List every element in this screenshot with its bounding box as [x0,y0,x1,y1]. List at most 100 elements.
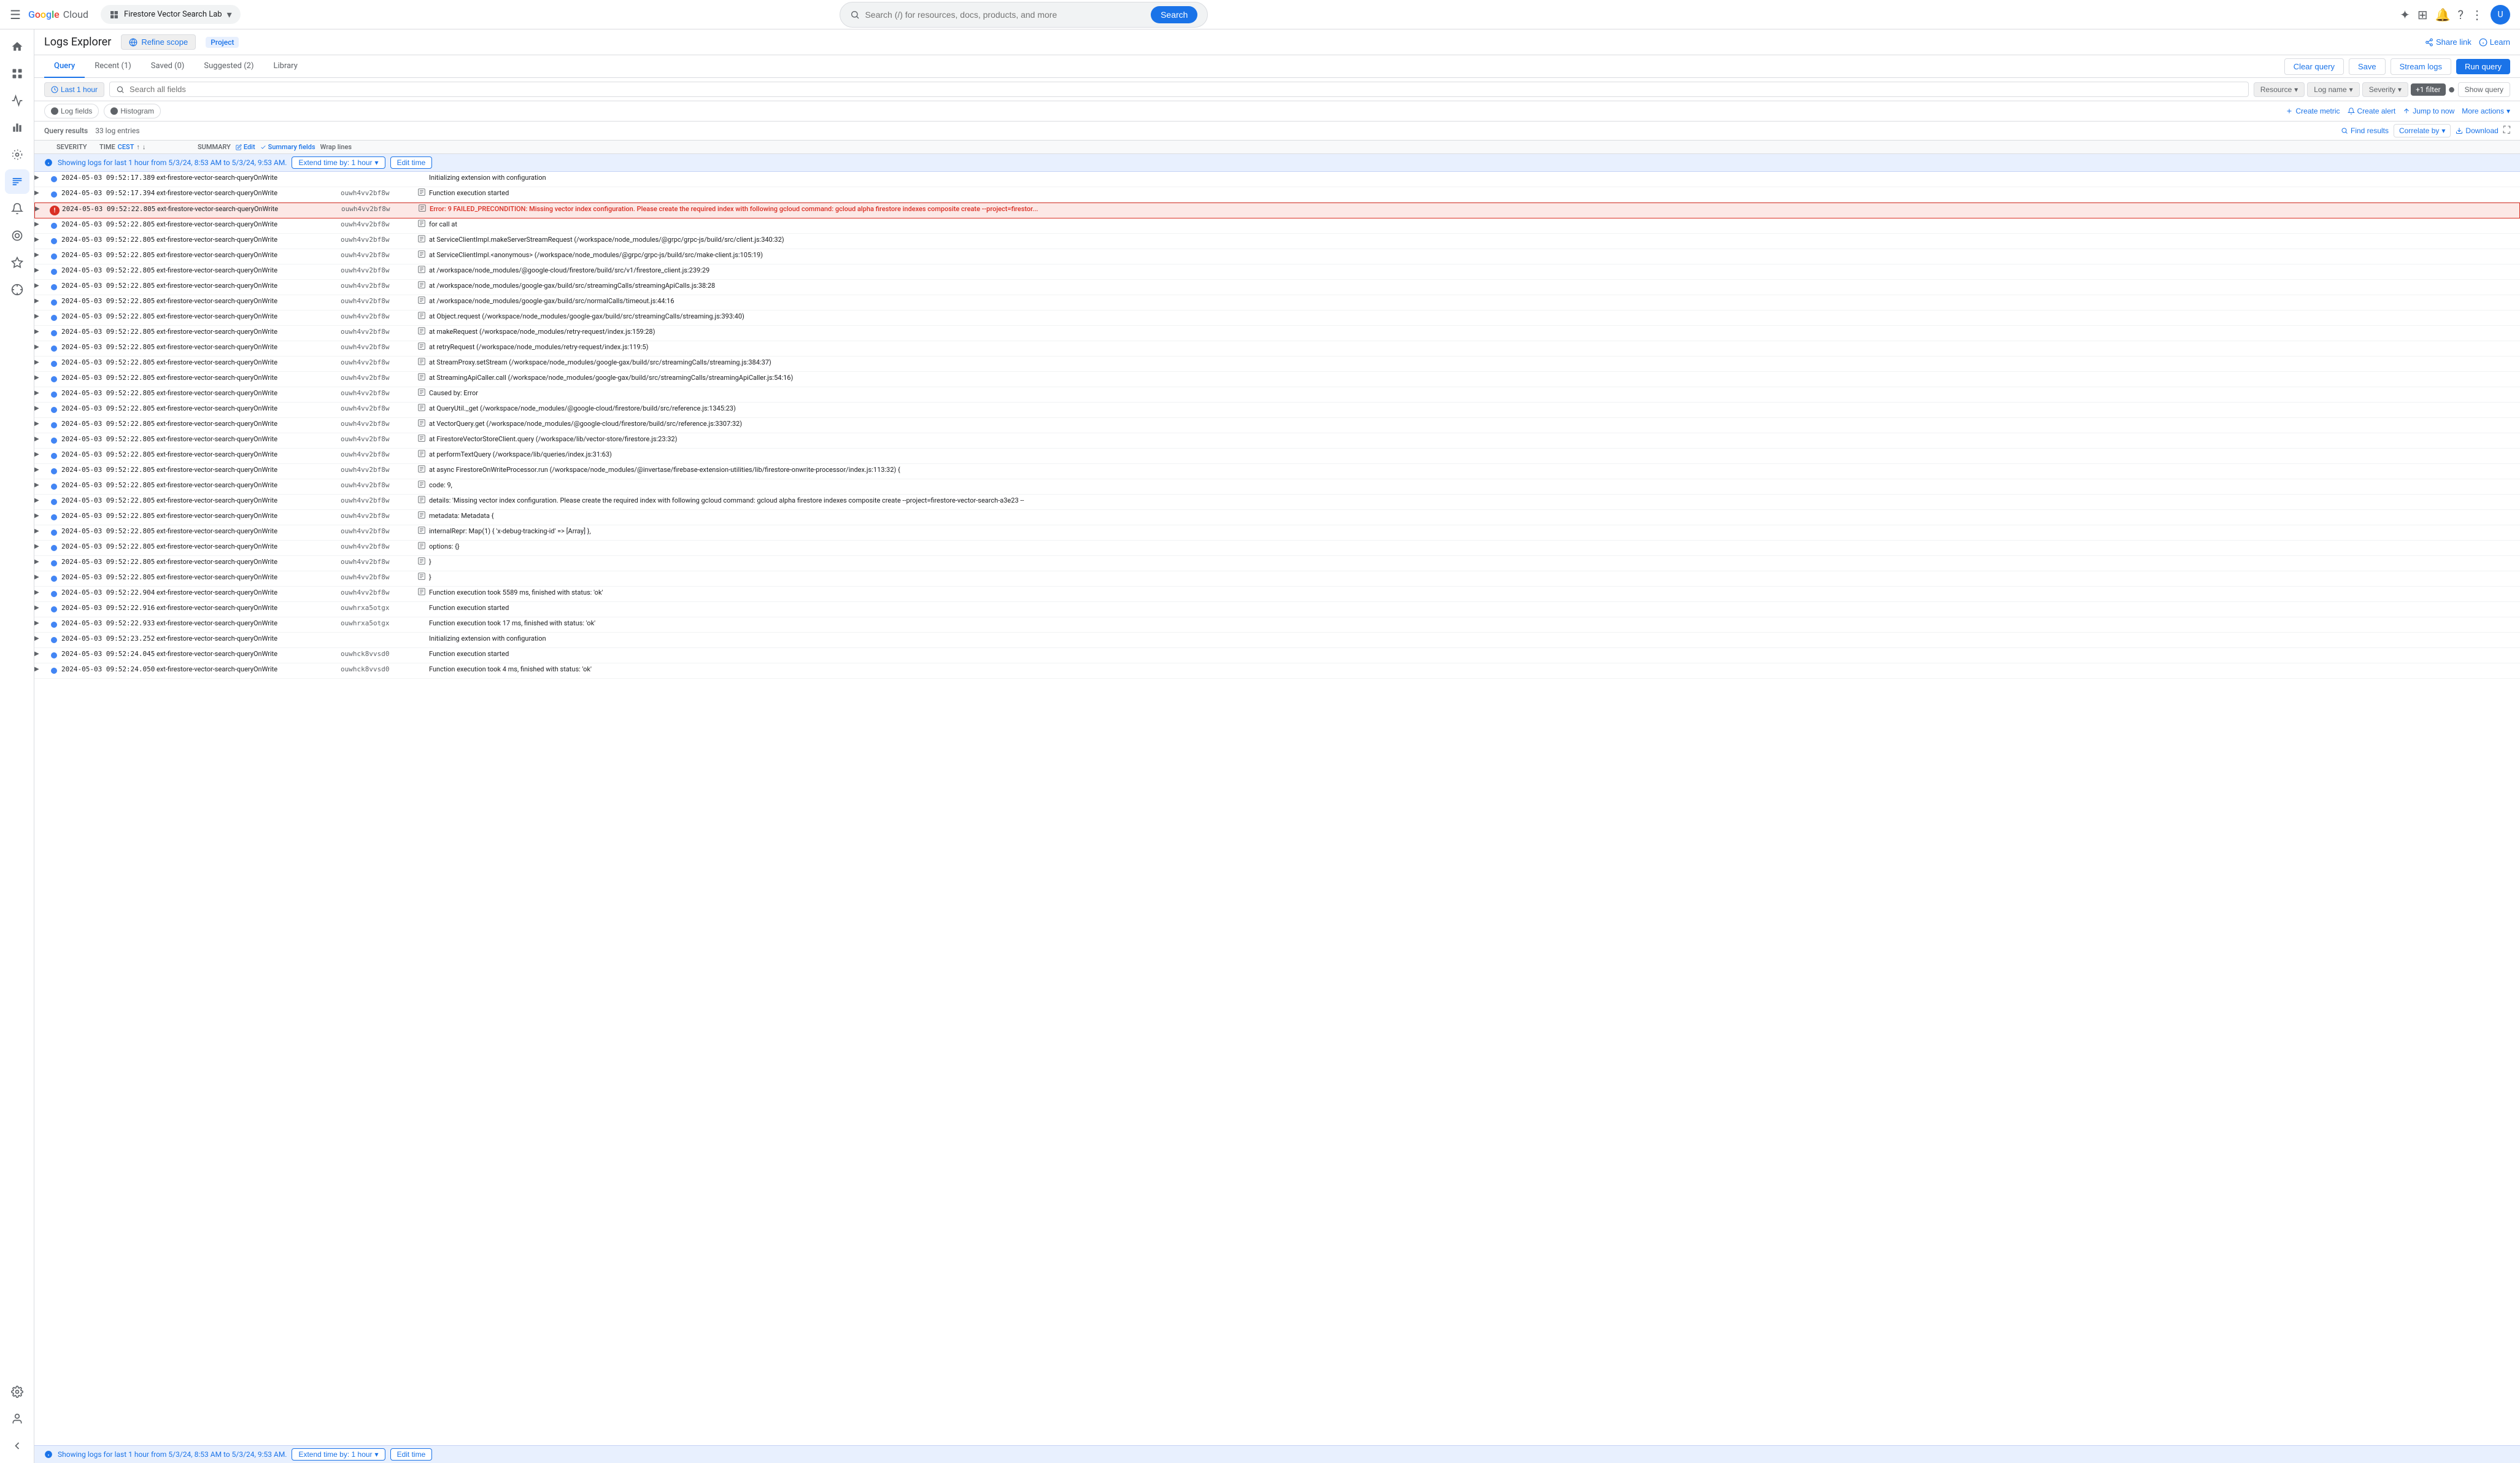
sidebar-item-trace[interactable] [5,223,29,248]
expand-arrow-r30[interactable]: ▶ [34,618,47,627]
log-row-r14[interactable]: ▶2024-05-03 09:52:22.805ext-firestore-ve… [34,372,2520,387]
tab-query[interactable]: Query [44,55,85,78]
expand-arrow-r1[interactable]: ▶ [34,172,47,181]
expand-arrow-r3[interactable]: ▶ [35,204,47,212]
log-row-r12[interactable]: ▶2024-05-03 09:52:22.805ext-firestore-ve… [34,341,2520,357]
log-row-r10[interactable]: ▶2024-05-03 09:52:22.805ext-firestore-ve… [34,311,2520,326]
expand-arrow-r5[interactable]: ▶ [34,234,47,243]
expand-arrow-r7[interactable]: ▶ [34,265,47,274]
tab-library[interactable]: Library [264,55,307,78]
expand-arrow-r22[interactable]: ▶ [34,495,47,504]
more-actions-button[interactable]: More actions ▾ [2462,107,2510,115]
log-row-r33[interactable]: ▶2024-05-03 09:52:24.050ext-firestore-ve… [34,663,2520,679]
log-row-r21[interactable]: ▶2024-05-03 09:52:22.805ext-firestore-ve… [34,479,2520,495]
log-row-r13[interactable]: ▶2024-05-03 09:52:22.805ext-firestore-ve… [34,357,2520,372]
clear-query-button[interactable]: Clear query [2284,58,2344,75]
expand-arrow-r21[interactable]: ▶ [34,480,47,488]
expand-arrow-r24[interactable]: ▶ [34,526,47,535]
expand-arrow-r28[interactable]: ▶ [34,587,47,596]
expand-button[interactable]: ⛶ [2503,125,2510,136]
log-row-r3[interactable]: ▶!2024-05-03 09:52:22.805ext-firestore-v… [34,203,2520,218]
create-alert-button[interactable]: Create alert [2348,107,2396,115]
sidebar-item-debug[interactable] [5,250,29,275]
wrap-lines-button[interactable]: Wrap lines [320,143,352,151]
log-row-r18[interactable]: ▶2024-05-03 09:52:22.805ext-firestore-ve… [34,433,2520,449]
log-fields-toggle[interactable]: Log fields [44,104,99,118]
bottom-extend-time-button[interactable]: Extend time by: 1 hour ▾ [292,1448,385,1461]
stream-logs-button[interactable]: Stream logs [2391,58,2451,75]
log-row-r2[interactable]: ▶2024-05-03 09:52:17.394ext-firestore-ve… [34,187,2520,203]
summary-fields-button[interactable]: Summary fields [260,143,315,151]
create-metric-button[interactable]: Create metric [2286,107,2340,115]
project-selector[interactable]: Firestore Vector Search Lab ▾ [101,5,241,24]
sidebar-item-home[interactable] [5,34,29,59]
log-row-r26[interactable]: ▶2024-05-03 09:52:22.805ext-firestore-ve… [34,556,2520,571]
download-button[interactable]: Download [2456,126,2498,135]
help-icon[interactable]: ? [2458,7,2464,22]
log-row-r4[interactable]: ▶2024-05-03 09:52:22.805ext-firestore-ve… [34,218,2520,234]
expand-arrow-r2[interactable]: ▶ [34,188,47,196]
plus1-filter-chip[interactable]: +1 filter [2411,83,2445,96]
global-search-button[interactable]: Search [1151,6,1197,23]
expand-arrow-r15[interactable]: ▶ [34,388,47,396]
log-row-r9[interactable]: ▶2024-05-03 09:52:22.805ext-firestore-ve… [34,295,2520,311]
expand-arrow-r14[interactable]: ▶ [34,373,47,381]
expand-arrow-r25[interactable]: ▶ [34,541,47,550]
jump-to-now-button[interactable]: Jump to now [2403,107,2454,115]
share-link-button[interactable]: Share link [2425,37,2472,47]
sidebar-item-metrics[interactable] [5,115,29,140]
sidebar-item-alerts[interactable] [5,196,29,221]
severity-filter-button[interactable]: Severity ▾ [2362,82,2408,97]
show-query-button[interactable]: Show query [2458,82,2510,97]
correlate-by-button[interactable]: Correlate by ▾ [2394,124,2451,137]
expand-arrow-r6[interactable]: ▶ [34,250,47,258]
sidebar-item-profiler[interactable] [5,277,29,302]
sidebar-item-activity[interactable] [5,142,29,167]
log-row-r5[interactable]: ▶2024-05-03 09:52:22.805ext-firestore-ve… [34,234,2520,249]
more-options-icon[interactable]: ⋮ [2471,7,2483,22]
expand-arrow-r4[interactable]: ▶ [34,219,47,228]
expand-arrow-r20[interactable]: ▶ [34,465,47,473]
expand-arrow-r8[interactable]: ▶ [34,280,47,289]
expand-arrow-r16[interactable]: ▶ [34,403,47,412]
edit-time-button[interactable]: Edit time [390,156,433,169]
log-row-r20[interactable]: ▶2024-05-03 09:52:22.805ext-firestore-ve… [34,464,2520,479]
expand-arrow-r12[interactable]: ▶ [34,342,47,350]
global-search-input[interactable] [865,10,1146,20]
expand-arrow-r18[interactable]: ▶ [34,434,47,442]
learn-button[interactable]: Learn [2479,37,2510,47]
resource-filter-button[interactable]: Resource ▾ [2254,82,2305,97]
expand-arrow-r26[interactable]: ▶ [34,557,47,565]
log-name-filter-button[interactable]: Log name ▾ [2307,82,2359,97]
histogram-toggle[interactable]: Histogram [104,104,161,118]
log-row-r27[interactable]: ▶2024-05-03 09:52:22.805ext-firestore-ve… [34,571,2520,587]
time-column-header[interactable]: TIME CEST ↑ ↓ [99,143,198,151]
hamburger-icon[interactable]: ☰ [10,7,21,22]
sidebar-item-user[interactable] [5,1407,29,1431]
expand-arrow-r32[interactable]: ▶ [34,649,47,657]
sidebar-item-logs[interactable] [5,169,29,194]
expand-arrow-r31[interactable]: ▶ [34,633,47,642]
extend-time-button[interactable]: Extend time by: 1 hour ▾ [292,156,385,169]
find-results-button[interactable]: Find results [2341,126,2389,135]
expand-arrow-r33[interactable]: ▶ [34,664,47,673]
expand-arrow-r9[interactable]: ▶ [34,296,47,304]
expand-arrow-r27[interactable]: ▶ [34,572,47,581]
run-query-button[interactable]: Run query [2456,59,2510,74]
log-row-r25[interactable]: ▶2024-05-03 09:52:22.805ext-firestore-ve… [34,541,2520,556]
sidebar-item-dashboard[interactable] [5,61,29,86]
bottom-edit-time-button[interactable]: Edit time [390,1448,433,1461]
expand-arrow-r23[interactable]: ▶ [34,511,47,519]
refine-scope-button[interactable]: Refine scope [121,34,196,50]
sidebar-item-monitoring[interactable] [5,88,29,113]
log-row-r32[interactable]: ▶2024-05-03 09:52:24.045ext-firestore-ve… [34,648,2520,663]
log-row-r1[interactable]: ▶2024-05-03 09:52:17.389ext-firestore-ve… [34,172,2520,187]
time-range-button[interactable]: Last 1 hour [44,82,104,97]
summary-edit-button[interactable]: Edit [236,143,255,151]
log-row-r8[interactable]: ▶2024-05-03 09:52:22.805ext-firestore-ve… [34,280,2520,295]
tab-suggested[interactable]: Suggested (2) [194,55,263,78]
log-row-r29[interactable]: ▶2024-05-03 09:52:22.916ext-firestore-ve… [34,602,2520,617]
log-row-r7[interactable]: ▶2024-05-03 09:52:22.805ext-firestore-ve… [34,264,2520,280]
log-row-r16[interactable]: ▶2024-05-03 09:52:22.805ext-firestore-ve… [34,403,2520,418]
log-row-r11[interactable]: ▶2024-05-03 09:52:22.805ext-firestore-ve… [34,326,2520,341]
